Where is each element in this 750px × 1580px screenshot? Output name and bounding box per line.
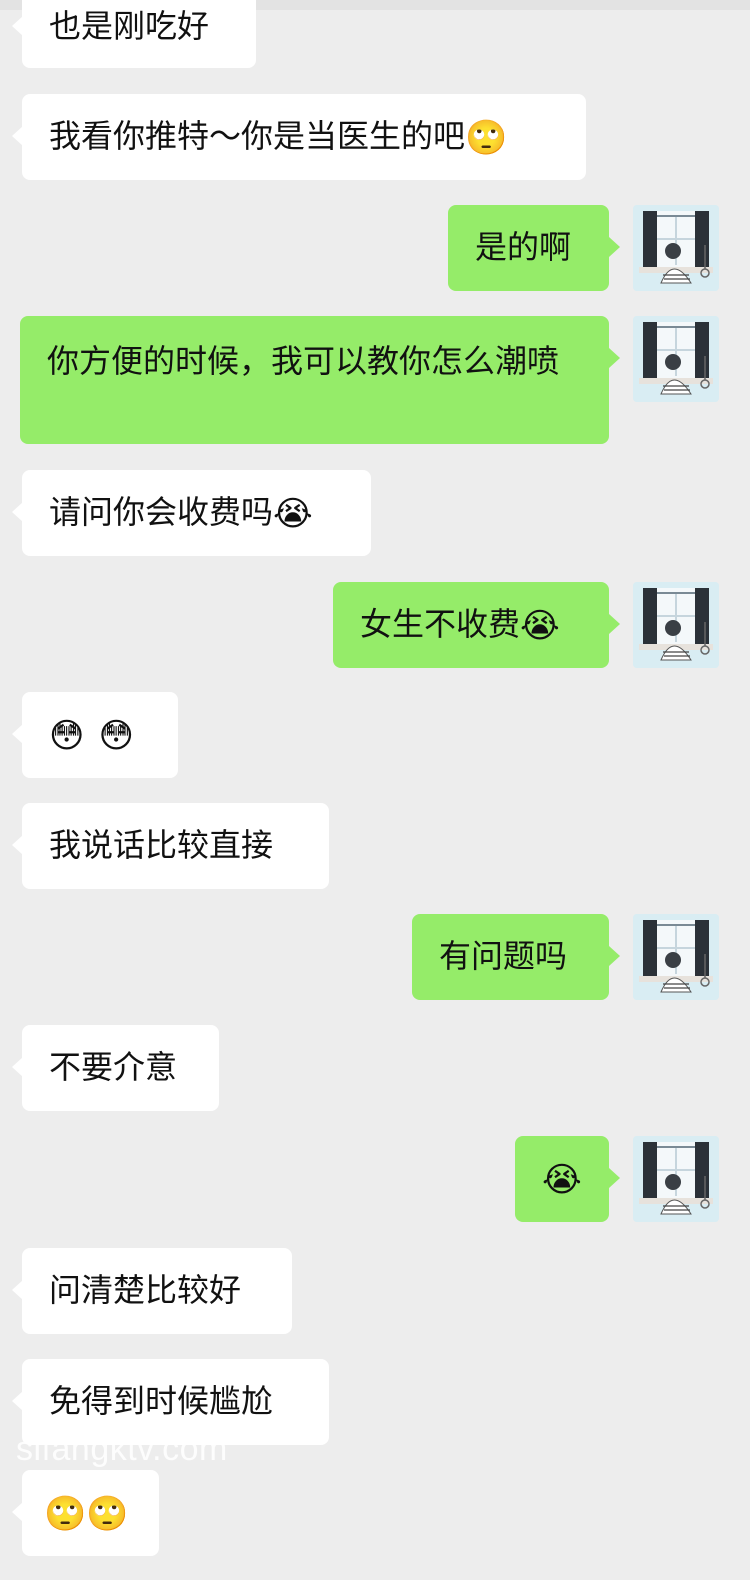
message-bubble-incoming[interactable]: 也是刚吃好 (22, 0, 256, 68)
message-text: 我看你推特～你是当医生的吧 (49, 117, 466, 155)
face-with-rolling-eyes-icon: 🙄 (44, 1494, 87, 1534)
message-text: 免得到时候尴尬 (49, 1382, 274, 1420)
window-illustration-avatar-icon (633, 1136, 719, 1222)
bubble-tail (609, 237, 620, 257)
message-bubble-incoming[interactable]: 我看你推特～你是当医生的吧🙄 (22, 94, 586, 180)
loudly-crying-face-icon: 😭 (542, 1160, 582, 1200)
avatar[interactable] (633, 914, 719, 1000)
message-bubble-incoming[interactable]: 我说话比较直接 (22, 803, 329, 889)
watermark-text: sifangktv.com (16, 1430, 228, 1468)
loudly-crying-face-icon: 😭 (273, 494, 313, 534)
window-illustration-avatar-icon (633, 316, 719, 402)
message-bubble-incoming[interactable]: 🙄🙄 (22, 1470, 159, 1556)
message-bubble-outgoing[interactable]: 女生不收费😭 (333, 582, 609, 668)
bubble-tail (609, 1168, 620, 1188)
message-text: 我说话比较直接 (49, 826, 274, 864)
avatar[interactable] (633, 1136, 719, 1222)
message-text: 问清楚比较好 (49, 1271, 242, 1309)
message-bubble-outgoing[interactable]: 你方便的时候，我可以教你怎么潮喷 (20, 316, 609, 444)
window-illustration-avatar-icon (633, 914, 719, 1000)
message-bubble-outgoing[interactable]: 😭 (515, 1136, 609, 1222)
message-text: 有问题吗 (439, 937, 568, 975)
message-bubble-incoming[interactable]: 不要介意 (22, 1025, 219, 1111)
message-text: 不要介意 (49, 1048, 178, 1086)
message-bubble-incoming[interactable]: 请问你会收费吗😭 (22, 470, 371, 556)
message-bubble-outgoing[interactable]: 有问题吗 (412, 914, 609, 1000)
avatar[interactable] (633, 582, 719, 668)
message-bubble-incoming[interactable]: 问清楚比较好 (22, 1248, 292, 1334)
bubble-tail (609, 614, 620, 634)
flushed-face-icon: 😳 (49, 716, 85, 756)
window-illustration-avatar-icon (633, 205, 719, 291)
message-text: 是的啊 (475, 228, 572, 266)
avatar[interactable] (633, 316, 719, 402)
message-bubble-outgoing[interactable]: 是的啊 (448, 205, 609, 291)
window-illustration-avatar-icon (633, 582, 719, 668)
flushed-face-icon: 😳 (98, 716, 134, 756)
message-text: 也是刚吃好 (49, 7, 210, 45)
message-text: 你方便的时候，我可以教你怎么潮喷 (47, 342, 560, 380)
bubble-tail (609, 946, 620, 966)
message-text: 女生不收费 (360, 605, 521, 643)
face-with-rolling-eyes-icon: 🙄 (465, 118, 508, 158)
avatar[interactable] (633, 205, 719, 291)
message-bubble-incoming[interactable]: 😳 😳 (22, 692, 178, 778)
bubble-tail (609, 348, 620, 368)
message-text: 请问你会收费吗 (49, 493, 274, 531)
face-with-rolling-eyes-icon: 🙄 (86, 1494, 129, 1534)
loudly-crying-face-icon: 😭 (520, 606, 560, 646)
